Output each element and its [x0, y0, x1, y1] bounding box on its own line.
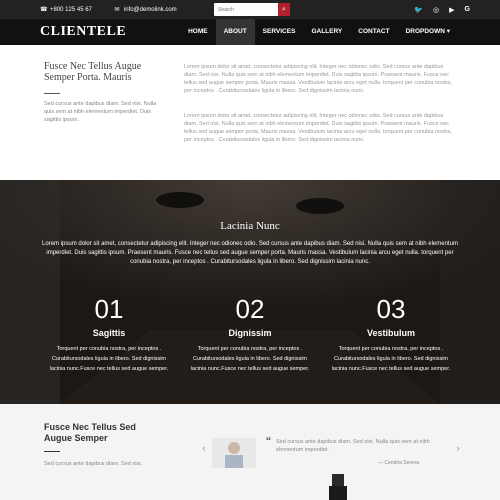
nav-item-dropdown[interactable]: DROPDOWN ▾ — [398, 19, 458, 45]
feature-number: 02 — [235, 294, 265, 324]
instagram-icon[interactable]: ◎ — [433, 6, 439, 14]
testimonial-author: — Cendria Severa — [378, 460, 420, 466]
person-figure-image — [329, 474, 347, 500]
feature-column: 01 Sagittis Torquent per conubia nostra,… — [49, 294, 169, 374]
feature-title: Sagittis — [92, 328, 126, 338]
youtube-icon[interactable]: ▶ — [449, 6, 454, 14]
nav-item-services[interactable]: SERVICES — [255, 19, 304, 45]
testimonial-lead: Sed cursus ante dapibus diam. Sed nisi. — [44, 461, 143, 467]
carousel-prev-button[interactable]: ‹ — [200, 443, 208, 453]
feature-text: Torquent per conubia nostra, per incepto… — [190, 346, 310, 372]
site-logo[interactable]: CLIENTELE — [40, 24, 126, 40]
feature-text: Torquent per conubia nostra, per incepto… — [49, 346, 169, 372]
chevron-right-icon: › — [456, 443, 460, 453]
search-box: ⌕ — [214, 3, 290, 16]
testimonial-section: Fusce Nec Tellus Sed Augue Semper Sed cu… — [0, 404, 500, 500]
email-link[interactable]: info@demolink.com — [124, 7, 177, 13]
feature-title: Vestibulum — [366, 328, 415, 338]
phone-number[interactable]: +800 125 45 67 — [50, 7, 92, 13]
title-divider — [44, 451, 60, 452]
nav-menu: HOME ABOUT SERVICES GALLERY CONTACT DROP… — [180, 19, 458, 45]
google-icon[interactable]: G — [465, 6, 470, 13]
feature-text: Torquent per conubia nostra, per incepto… — [331, 346, 451, 372]
nav-item-about[interactable]: ABOUT — [215, 19, 255, 45]
feature-number: 01 — [94, 294, 124, 324]
social-links: 🐦 ◎ ▶ G — [414, 0, 470, 19]
twitter-icon[interactable]: 🐦 — [414, 6, 423, 14]
feature-column: 02 Dignissim Torquent per conubia nostra… — [190, 294, 310, 374]
search-icon: ⌕ — [282, 6, 286, 13]
testimonial-quote: Sed cursus ante dapibus diam. Sed nisi. … — [276, 439, 430, 453]
testimonial-title: Fusce Nec Tellus Sed Augue Semper — [44, 422, 136, 443]
nav-item-gallery[interactable]: GALLERY — [303, 19, 350, 45]
phone-icon: ☎ — [40, 6, 48, 13]
feature-column: 03 Vestibulum Torquent per conubia nostr… — [331, 294, 451, 374]
contact-info: ☎ +800 125 45 67 ✉ info@demolink.com — [40, 7, 177, 13]
about-section: Fusce Nec Tellus Augue Semper Porta. Mau… — [0, 45, 500, 179]
person-thumbnail — [212, 438, 256, 468]
feature-number: 03 — [376, 294, 406, 324]
section-intro: Lorem ipsum dolor sit amet, consectetur … — [42, 241, 458, 265]
carousel-next-button[interactable]: › — [454, 443, 462, 453]
chevron-left-icon: ‹ — [202, 443, 206, 453]
nav-item-home[interactable]: HOME — [180, 19, 216, 45]
nav-item-contact[interactable]: CONTACT — [350, 19, 397, 45]
about-paragraph-2: Lorem ipsum dolor sit amet, consectetur … — [184, 113, 452, 143]
feature-title: Dignissim — [228, 328, 272, 338]
mail-icon: ✉ — [114, 6, 120, 13]
about-paragraph-1: Lorem ipsum dolor sit amet, consectetur … — [184, 64, 452, 94]
title-divider — [44, 93, 60, 94]
search-input[interactable] — [214, 3, 278, 16]
search-button[interactable]: ⌕ — [278, 3, 290, 16]
section-heading: Lacinia Nunc — [220, 220, 280, 232]
about-title: Fusce Nec Tellus Augue Semper Porta. Mau… — [44, 61, 142, 83]
quote-icon: “ — [266, 436, 271, 447]
features-section: Lacinia Nunc Lorem ipsum dolor sit amet,… — [0, 180, 500, 404]
about-lead: Sed cursus ante dapibus diam. Sed nisi. … — [44, 101, 157, 123]
main-nav: CLIENTELE HOME ABOUT SERVICES GALLERY CO… — [0, 19, 500, 45]
top-bar: ☎ +800 125 45 67 ✉ info@demolink.com ⌕ 🐦… — [0, 0, 500, 19]
